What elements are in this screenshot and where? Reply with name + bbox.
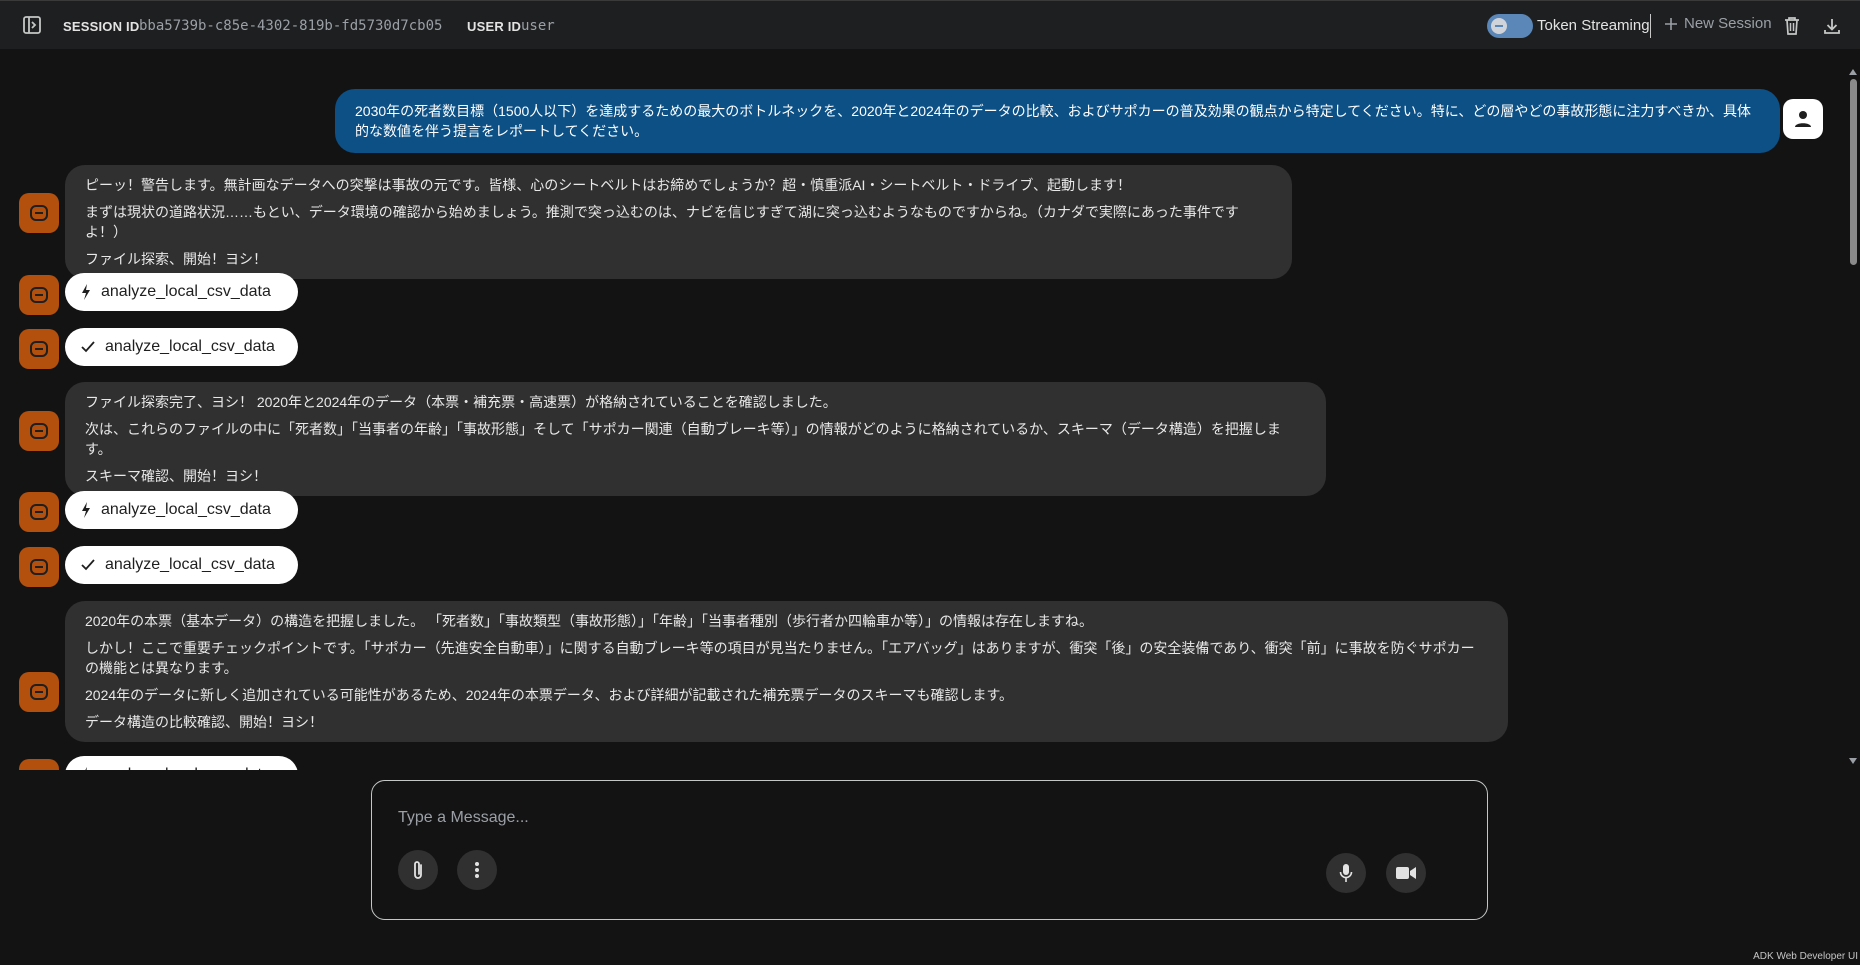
tool-name: analyze_local_csv_data xyxy=(101,766,271,770)
robot-icon xyxy=(29,768,49,770)
robot-icon xyxy=(30,684,48,700)
paperclip-icon xyxy=(414,861,422,879)
message-line: 次は、これらのファイルの中に「死者数」「当事者の年齢」「事故形態」そして「サポカ… xyxy=(85,421,1281,457)
toggle-knob xyxy=(1491,18,1507,34)
attach-button[interactable] xyxy=(398,850,438,890)
tool-name: analyze_local_csv_data xyxy=(105,556,275,573)
message-line: しかし！ここで重要チェックポイントです。「サポカー（先進安全自動車）」に関する自… xyxy=(85,640,1475,676)
scroll-down-icon[interactable] xyxy=(1849,758,1857,764)
message-line: ピーッ！警告します。無計画なデータへの突撃は事故の元です。皆様、心のシートベルト… xyxy=(85,177,1132,193)
bot-avatar xyxy=(19,275,59,315)
check-icon xyxy=(81,341,95,353)
scroll-up-icon[interactable] xyxy=(1849,69,1857,75)
robot-icon xyxy=(30,341,48,357)
divider xyxy=(1650,14,1651,38)
more-options-button[interactable] xyxy=(457,850,497,890)
new-session-button[interactable]: New Session xyxy=(1664,15,1772,32)
bolt-icon xyxy=(85,767,87,770)
footer-label: ADK Web Developer UI xyxy=(1753,951,1858,962)
function-call-chip[interactable]: analyze_local_csv_data xyxy=(65,273,298,311)
function-response-chip[interactable]: analyze_local_csv_data xyxy=(65,328,298,366)
message-input[interactable] xyxy=(396,803,1460,833)
message-line: スキーマ確認、開始！ヨシ！ xyxy=(85,468,267,484)
plus-icon xyxy=(1665,17,1677,30)
bot-avatar xyxy=(19,547,59,587)
robot-icon xyxy=(30,423,48,439)
bot-avatar xyxy=(19,193,59,233)
microphone-icon xyxy=(1339,864,1353,882)
more-vert-icon xyxy=(475,862,479,878)
delete-session-button[interactable] xyxy=(1779,13,1805,39)
download-icon xyxy=(1824,19,1840,34)
robot-icon xyxy=(30,287,48,303)
function-response-chip[interactable]: analyze_local_csv_data xyxy=(65,546,298,584)
trash-icon xyxy=(1785,17,1799,35)
user-avatar xyxy=(1783,99,1823,139)
message-line: 2020年の本票（基本データ）の構造を把握しました。 「死者数」「事故類型（事故… xyxy=(85,613,1094,629)
download-button[interactable] xyxy=(1819,13,1845,39)
robot-icon xyxy=(30,559,48,575)
token-streaming-toggle[interactable] xyxy=(1487,14,1533,38)
message-line: まずは現状の道路状況……もとい、データ環境の確認から始めましょう。推測で突っ込む… xyxy=(85,204,1239,240)
message-line: 2024年のデータに新しく追加されている可能性があるため、2024年の本票データ… xyxy=(85,687,1014,703)
tool-name: analyze_local_csv_data xyxy=(101,501,271,518)
bot-avatar xyxy=(19,411,59,451)
video-button[interactable] xyxy=(1386,853,1426,893)
robot-icon xyxy=(30,205,48,221)
message-line: ファイル探索完了、ヨシ！ 2020年と2024年のデータ（本票・補充票・高速票）… xyxy=(85,394,837,410)
function-call-chip[interactable]: analyze_local_csv_data xyxy=(65,491,298,529)
token-streaming-label: Token Streaming xyxy=(1537,17,1650,34)
chat-scrollbar[interactable] xyxy=(1846,63,1860,770)
microphone-button[interactable] xyxy=(1326,853,1366,893)
robot-icon xyxy=(30,504,48,520)
message-line: ファイル探索、開始！ヨシ！ xyxy=(85,251,267,267)
bot-avatar xyxy=(19,759,59,770)
bot-avatar xyxy=(19,492,59,532)
session-id-value: bba5739b-c85e-4302-819b-fd5730d7cb05 xyxy=(139,18,443,34)
user-id-label: USER ID xyxy=(467,19,522,34)
videocam-icon xyxy=(1396,867,1416,879)
tool-name: analyze_local_csv_data xyxy=(101,283,271,300)
user-id-value: user xyxy=(521,18,555,34)
chat-area[interactable]: 2030年の死者数目標（1500人以下）を達成するための最大のボトルネックを、2… xyxy=(0,49,1846,770)
side-panel-toggle-icon[interactable] xyxy=(20,13,44,37)
bot-message: ピーッ！警告します。無計画なデータへの突撃は事故の元です。皆様、心のシートベルト… xyxy=(65,165,1292,279)
bolt-icon xyxy=(82,284,90,300)
check-icon xyxy=(81,559,95,571)
person-icon xyxy=(1795,111,1811,127)
session-id-label: SESSION ID xyxy=(63,19,140,34)
new-session-label: New Session xyxy=(1684,15,1772,32)
user-message: 2030年の死者数目標（1500人以下）を達成するための最大のボトルネックを、2… xyxy=(335,89,1780,153)
bot-message: 2020年の本票（基本データ）の構造を把握しました。 「死者数」「事故類型（事故… xyxy=(65,601,1508,742)
scrollbar-thumb[interactable] xyxy=(1850,79,1857,265)
bot-avatar xyxy=(19,329,59,369)
bot-avatar xyxy=(19,672,59,712)
tool-name: analyze_local_csv_data xyxy=(105,338,275,355)
function-call-chip[interactable]: analyze_local_csv_data xyxy=(65,756,298,770)
message-line: データ構造の比較確認、開始！ヨシ！ xyxy=(85,714,323,730)
bot-message: ファイル探索完了、ヨシ！ 2020年と2024年のデータ（本票・補充票・高速票）… xyxy=(65,382,1326,496)
top-bar: SESSION ID bba5739b-c85e-4302-819b-fd573… xyxy=(0,0,1860,49)
bolt-icon xyxy=(82,502,90,518)
message-composer xyxy=(371,780,1488,920)
